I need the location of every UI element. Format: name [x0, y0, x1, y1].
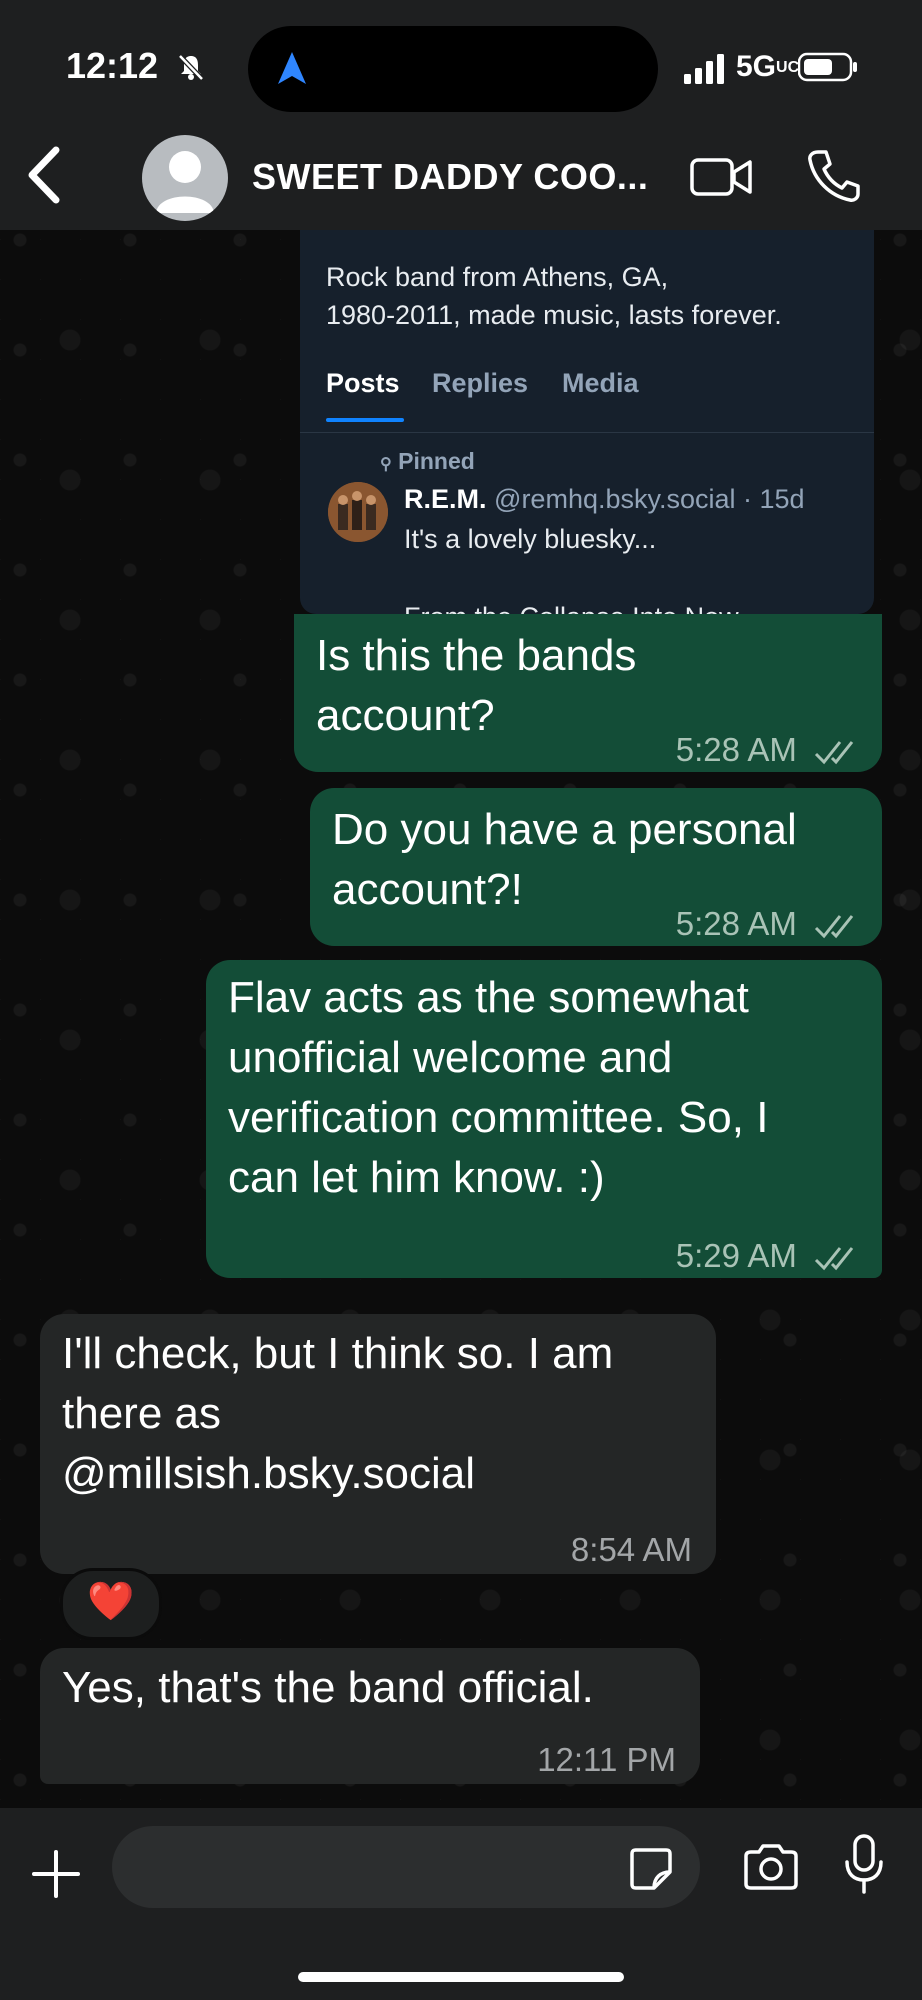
post-author-avatar: [328, 482, 388, 542]
message-text-line: Yes, that's the band official.: [62, 1663, 594, 1712]
message-text-line: I'll check, but I think so. I am: [62, 1329, 614, 1378]
dynamic-island: [248, 26, 658, 112]
preview-bio-line: Rock band from Athens, GA,: [326, 262, 669, 292]
outgoing-message[interactable]: Is this the bands account? 5:28 AM: [294, 614, 882, 772]
message-text-line: unofficial welcome and: [228, 1033, 673, 1082]
sticker-icon[interactable]: [628, 1846, 674, 1892]
preview-tab-media: Media: [562, 368, 639, 398]
home-indicator: [298, 1972, 624, 1982]
post-text-continued: From the Collapse Into Now: [404, 602, 739, 614]
double-check-icon: [814, 915, 854, 939]
bell-slash-icon: [178, 54, 204, 81]
message-time: 5:28 AM: [675, 731, 797, 768]
camera-icon[interactable]: [742, 1842, 800, 1892]
message-time: 12:11 PM: [537, 1741, 676, 1778]
message-text-line: Do you have a personal: [332, 805, 797, 854]
message-reaction[interactable]: ❤️: [60, 1568, 162, 1640]
pinned-label: ⚲ Pinned: [380, 448, 475, 474]
preview-bio: Rock band from Athens, GA, 1980-2011, ma…: [326, 258, 866, 334]
signal-icon: [684, 54, 724, 84]
outgoing-message[interactable]: Flav acts as the somewhat unofficial wel…: [206, 960, 882, 1278]
heart-reaction-icon: ❤️: [87, 1581, 135, 1623]
phone-call-icon[interactable]: [806, 148, 860, 204]
message-text-line: Flav acts as the somewhat: [228, 973, 749, 1022]
preview-bio-line: 1980-2011, made music, lasts forever.: [326, 300, 782, 330]
back-chevron-icon[interactable]: [18, 140, 68, 210]
incoming-message[interactable]: Yes, that's the band official. 12:11 PM: [40, 1648, 700, 1784]
microphone-icon[interactable]: [842, 1834, 886, 1896]
message-meta: 12:11 PM: [537, 1730, 676, 1790]
message-meta: 8:54 AM: [571, 1520, 692, 1580]
outgoing-message[interactable]: Do you have a personal account?! 5:28 AM: [310, 788, 882, 946]
contact-name[interactable]: SWEET DADDY COO...: [252, 156, 648, 198]
post-author-name: R.E.M.: [404, 484, 487, 514]
pin-icon: ⚲: [380, 456, 392, 473]
video-call-icon[interactable]: [690, 152, 752, 202]
incoming-message[interactable]: I'll check, but I think so. I am there a…: [40, 1314, 716, 1574]
chat-header: SWEET DADDY COO...: [0, 130, 922, 230]
preview-tab-replies: Replies: [432, 368, 529, 398]
plus-icon[interactable]: [30, 1848, 82, 1900]
location-arrow-icon: [278, 52, 306, 84]
post-author: R.E.M. @remhq.bsky.social · 15d: [404, 484, 805, 515]
message-time: 8:54 AM: [570, 1531, 692, 1568]
contact-avatar[interactable]: [142, 135, 228, 221]
message-meta: 5:28 AM: [676, 720, 860, 780]
message-composer: [0, 1808, 922, 2000]
post-author-handle: @remhq.bsky.social · 15d: [494, 484, 805, 514]
message-text-line: verification committee. So, I: [228, 1093, 769, 1142]
message-meta: 5:29 AM: [676, 1226, 860, 1286]
message-meta: 5:28 AM: [676, 894, 860, 954]
message-text-line: can let him know. :): [228, 1153, 605, 1202]
message-text-line: account?: [316, 691, 495, 740]
post-text: It's a lovely bluesky...: [404, 524, 657, 554]
message-time: 5:28 AM: [675, 905, 797, 942]
message-input[interactable]: [112, 1826, 700, 1908]
active-tab-indicator: [326, 418, 404, 422]
message-text-line: @millsish.bsky.social: [62, 1449, 476, 1498]
message-time: 5:29 AM: [675, 1237, 797, 1274]
message-text-line: there as: [62, 1389, 221, 1438]
double-check-icon: [814, 1247, 854, 1271]
preview-tab-posts: Posts: [326, 368, 400, 398]
message-text-line: Is this the bands: [316, 631, 637, 680]
network-type: 5GUC: [736, 50, 800, 83]
link-preview-card[interactable]: Rock band from Athens, GA, 1980-2011, ma…: [300, 228, 874, 614]
status-time: 12:12: [66, 45, 159, 86]
default-avatar-icon: [156, 151, 214, 213]
double-check-icon: [814, 741, 854, 765]
status-bar: 12:12 5GUC: [0, 0, 922, 130]
battery-icon: [798, 52, 857, 82]
